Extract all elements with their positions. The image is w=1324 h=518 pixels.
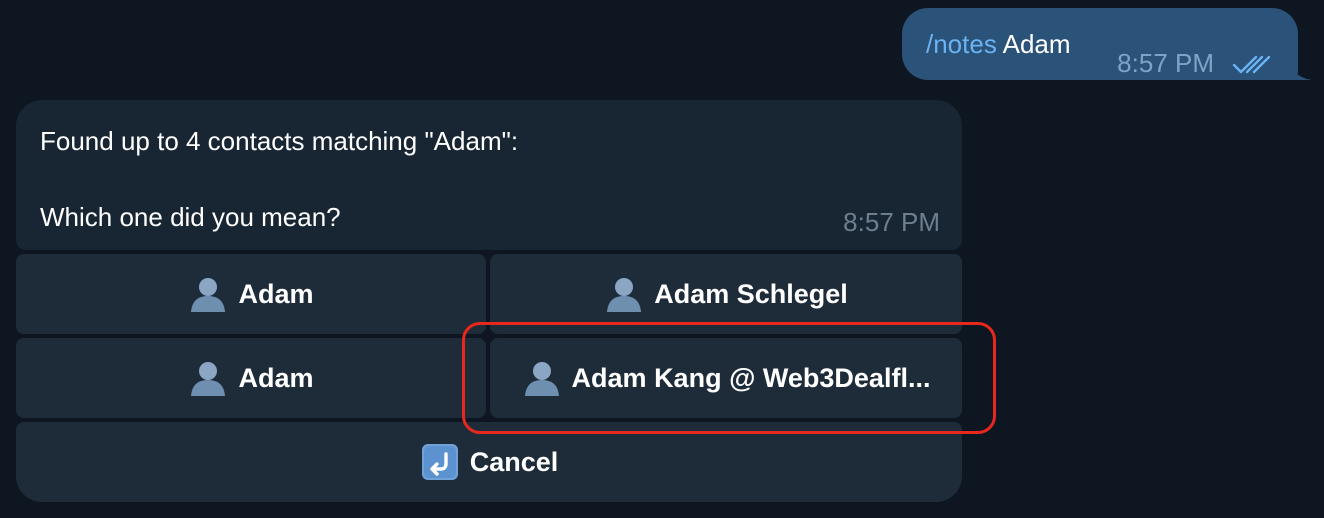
outgoing-message-bubble[interactable]: /notes Adam 8:57 PM xyxy=(902,8,1298,80)
message-line-1: Found up to 4 contacts matching "Adam": xyxy=(40,126,519,156)
person-silhouette-icon xyxy=(191,362,226,396)
button-label: Cancel xyxy=(469,446,559,477)
person-silhouette-icon xyxy=(607,278,642,312)
command-link[interactable]: /notes xyxy=(926,29,997,59)
contact-button-adam-2[interactable]: Adam xyxy=(16,338,486,418)
message-argument: Adam xyxy=(996,28,1071,59)
outgoing-message-text: /notes Adam xyxy=(926,29,1071,60)
double-check-icon xyxy=(1232,55,1271,73)
contact-button-adam-1[interactable]: Adam xyxy=(16,254,486,334)
message-time: 8:57 PM xyxy=(1117,48,1214,78)
person-silhouette-icon xyxy=(191,278,226,312)
highlight-annotation xyxy=(462,322,996,434)
button-label: Adam xyxy=(238,362,314,393)
button-label: Adam xyxy=(238,278,314,309)
button-label: Adam Schlegel xyxy=(654,278,848,309)
incoming-message-bubble[interactable]: Found up to 4 contacts matching "Adam": … xyxy=(16,100,962,250)
cancel-button[interactable]: Cancel xyxy=(16,422,962,502)
message-meta: 8:57 PM xyxy=(1117,48,1272,79)
message-time: 8:57 PM xyxy=(843,207,940,237)
return-arrow-icon xyxy=(421,444,458,480)
message-line-2: Which one did you mean? xyxy=(40,202,341,232)
chat-area: /notes Adam 8:57 PM Found up to 4 contac… xyxy=(0,0,1324,518)
